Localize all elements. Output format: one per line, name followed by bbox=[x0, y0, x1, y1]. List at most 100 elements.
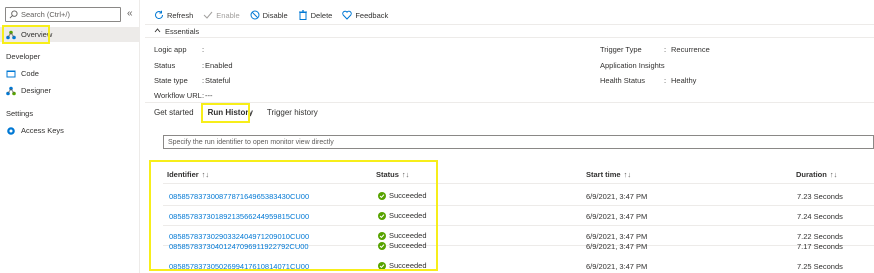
command-bar: Refresh Enable Disable Delete Feedback bbox=[154, 8, 398, 22]
essential-key: Logic app bbox=[154, 45, 187, 54]
sidebar-item-label: Access Keys bbox=[21, 126, 64, 135]
sort-icon: ↑↓ bbox=[623, 170, 632, 179]
essential-value: Healthy bbox=[671, 76, 697, 85]
duration: 7.17 Seconds bbox=[797, 242, 843, 251]
success-icon bbox=[378, 191, 386, 200]
essential-value: Recurrence bbox=[671, 45, 710, 54]
essential-key: Health Status bbox=[600, 76, 646, 85]
column-header-status[interactable]: Status ↑↓ bbox=[376, 170, 409, 179]
essential-colon: : bbox=[202, 45, 205, 54]
essential-colon: : bbox=[202, 76, 205, 85]
column-label: Duration bbox=[796, 170, 827, 179]
collapse-sidebar-button[interactable]: « bbox=[127, 8, 133, 19]
sidebar-item-designer[interactable]: Designer bbox=[0, 83, 140, 98]
essential-key: Status bbox=[154, 61, 176, 70]
duration: 7.25 Seconds bbox=[797, 262, 843, 271]
sidebar-item-access-keys[interactable]: Access Keys bbox=[0, 123, 140, 138]
chevron-up-icon bbox=[154, 27, 161, 36]
delete-button[interactable]: Delete bbox=[298, 10, 333, 20]
disable-button[interactable]: Disable bbox=[250, 10, 288, 20]
essentials-label: Essentials bbox=[165, 27, 200, 36]
start-time: 6/9/2021, 3:47 PM bbox=[586, 212, 648, 221]
sort-icon: ↑↓ bbox=[829, 170, 838, 179]
feedback-label: Feedback bbox=[355, 10, 389, 20]
search-icon bbox=[9, 10, 18, 19]
status-text: Succeeded bbox=[389, 261, 427, 270]
sidebar-item-label: Code bbox=[21, 69, 39, 78]
tab-run-history[interactable]: Run History bbox=[208, 108, 253, 117]
divider bbox=[145, 24, 874, 25]
checkmark-icon bbox=[203, 10, 213, 20]
run-identifier-link[interactable]: 08585783730401247096911922792CU00 bbox=[169, 242, 309, 251]
column-header-start-time[interactable]: Start time ↑↓ bbox=[586, 170, 631, 179]
enable-label: Enable bbox=[216, 10, 240, 20]
code-icon bbox=[6, 69, 16, 79]
essentials-toggle[interactable]: Essentials bbox=[154, 27, 199, 36]
section-settings: Settings bbox=[6, 109, 34, 118]
refresh-button[interactable]: Refresh bbox=[154, 10, 193, 20]
tab-bar: Get started Run History Trigger history bbox=[154, 108, 332, 117]
tab-trigger-history[interactable]: Trigger history bbox=[267, 108, 318, 117]
success-icon bbox=[378, 211, 386, 220]
start-time: 6/9/2021, 3:47 PM bbox=[586, 262, 648, 271]
refresh-icon bbox=[154, 10, 164, 20]
status-text: Succeeded bbox=[389, 241, 427, 250]
run-identifier-link[interactable]: 08585783730189213566244959815CU00 bbox=[169, 212, 309, 221]
status-text: Succeeded bbox=[389, 211, 427, 220]
divider bbox=[145, 102, 874, 103]
duration: 7.24 Seconds bbox=[797, 212, 843, 221]
tab-get-started[interactable]: Get started bbox=[154, 108, 194, 117]
heart-icon bbox=[342, 10, 353, 20]
disable-label: Disable bbox=[262, 10, 288, 20]
essential-colon: : bbox=[202, 91, 205, 100]
table-row: 08585783730401247096911922792CU00 Succee… bbox=[163, 238, 874, 258]
essential-value: --- bbox=[205, 91, 213, 100]
refresh-label: Refresh bbox=[167, 10, 194, 20]
section-developer: Developer bbox=[6, 52, 41, 61]
run-identifier-link[interactable]: 08585783730502699417610814071CU00 bbox=[169, 262, 309, 271]
gear-icon bbox=[6, 126, 16, 136]
essential-key: Trigger Type bbox=[600, 45, 642, 54]
duration: 7.23 Seconds bbox=[797, 192, 843, 201]
table-row: 08585783730189213566244959815CU00 Succee… bbox=[163, 206, 874, 226]
run-identifier-input[interactable]: Specify the run identifier to open monit… bbox=[163, 135, 874, 149]
delete-label: Delete bbox=[310, 10, 333, 20]
search-input[interactable]: Search (Ctrl+/) bbox=[5, 7, 121, 22]
table-row: 08585783730087787164965383430CU00 Succee… bbox=[163, 186, 874, 206]
trash-icon bbox=[298, 10, 308, 20]
designer-icon bbox=[6, 86, 16, 96]
run-identifier-placeholder: Specify the run identifier to open monit… bbox=[168, 138, 334, 146]
essential-colon: : bbox=[664, 45, 667, 54]
divider bbox=[163, 183, 874, 184]
sidebar-item-overview[interactable]: Overview bbox=[0, 27, 140, 42]
essential-colon: : bbox=[664, 76, 667, 85]
feedback-button[interactable]: Feedback bbox=[342, 10, 388, 20]
column-header-identifier[interactable]: Identifier ↑↓ bbox=[167, 170, 209, 179]
run-identifier-link[interactable]: 08585783730087787164965383430CU00 bbox=[169, 192, 309, 201]
table-row: 08585783730502699417610814071CU00 Succee… bbox=[163, 257, 874, 273]
enable-button[interactable]: Enable bbox=[203, 10, 240, 20]
essential-key: Workflow URL bbox=[154, 91, 202, 100]
success-icon bbox=[378, 241, 386, 250]
disable-icon bbox=[250, 10, 260, 20]
essential-value: Stateful bbox=[205, 76, 231, 85]
success-icon bbox=[378, 261, 386, 270]
search-placeholder: Search (Ctrl+/) bbox=[21, 10, 70, 19]
sidebar-item-code[interactable]: Code bbox=[0, 66, 140, 81]
column-label: Status bbox=[376, 170, 399, 179]
overview-icon bbox=[6, 30, 16, 40]
start-time: 6/9/2021, 3:47 PM bbox=[586, 192, 648, 201]
sort-icon: ↑↓ bbox=[201, 170, 210, 179]
essential-key: Application Insights bbox=[600, 61, 665, 70]
status-cell: Succeeded bbox=[378, 191, 427, 200]
sidebar: Search (Ctrl+/) « Overview Developer Cod… bbox=[0, 0, 140, 273]
status-cell: Succeeded bbox=[378, 241, 427, 250]
status-cell: Succeeded bbox=[378, 211, 427, 220]
essential-key: State type bbox=[154, 76, 188, 85]
column-header-duration[interactable]: Duration ↑↓ bbox=[796, 170, 837, 179]
sort-icon: ↑↓ bbox=[401, 170, 410, 179]
status-cell: Succeeded bbox=[378, 261, 427, 270]
column-label: Identifier bbox=[167, 170, 199, 179]
column-label: Start time bbox=[586, 170, 621, 179]
essential-value: Enabled bbox=[205, 61, 233, 70]
